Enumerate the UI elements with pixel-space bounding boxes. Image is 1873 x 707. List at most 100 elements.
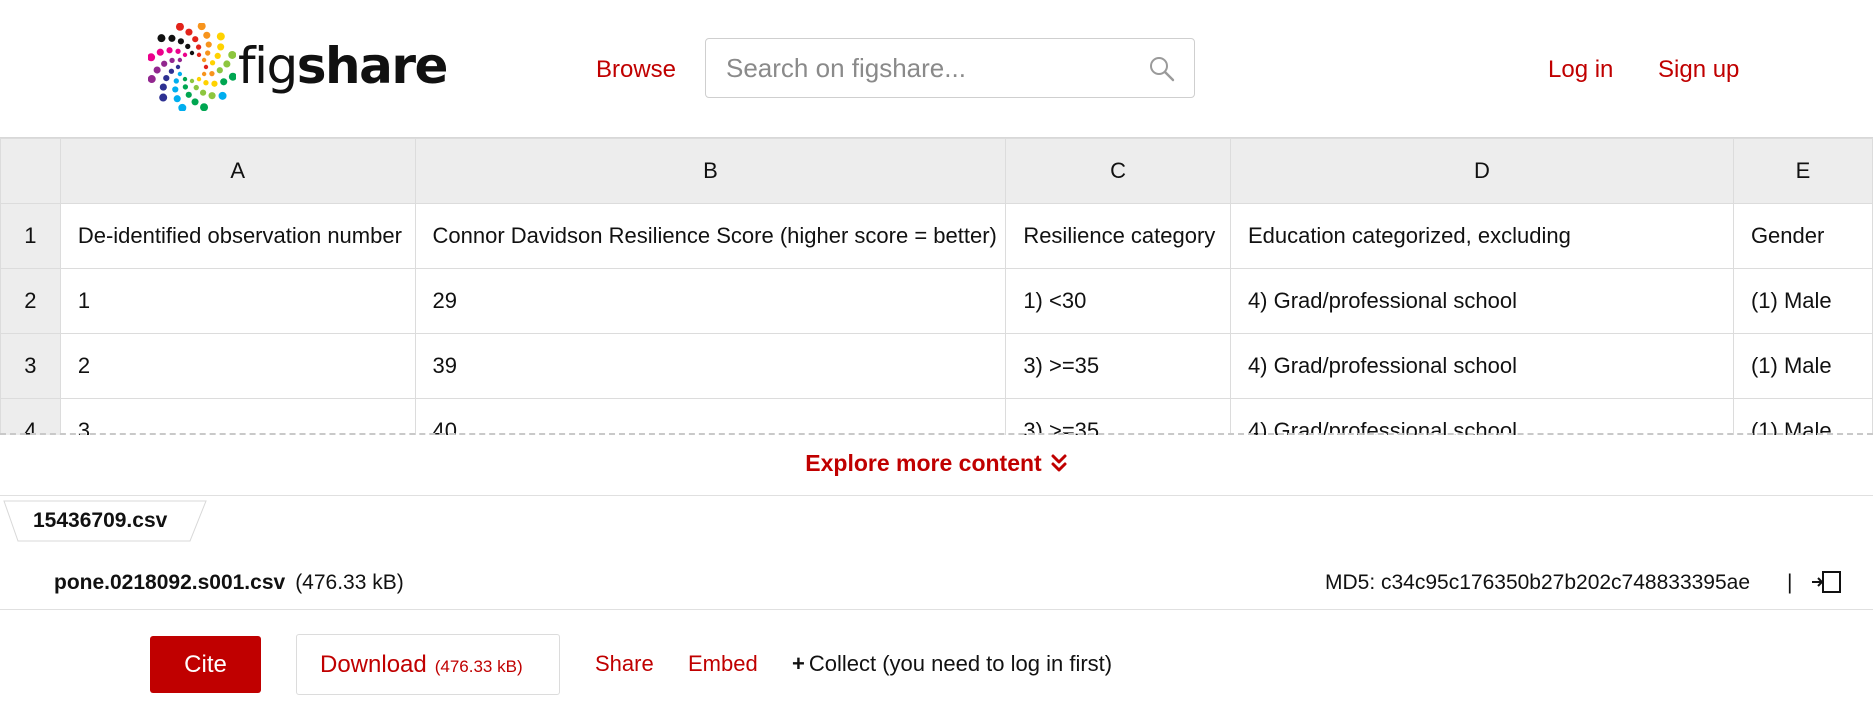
- logo-dot: [214, 52, 221, 60]
- embed-box-icon[interactable]: [1810, 569, 1842, 595]
- cite-button[interactable]: Cite: [150, 636, 261, 693]
- table-cell: De-identified observation number: [59, 203, 416, 269]
- logo-dot: [220, 78, 228, 86]
- table-cell: (1) Male: [1732, 268, 1873, 334]
- table-row: 4 3 40 3) >=35 4) Grad/professional scho…: [0, 398, 1873, 435]
- login-link[interactable]: Log in: [1548, 56, 1613, 84]
- logo-dot: [205, 41, 212, 48]
- table-cell: 1: [59, 268, 416, 334]
- logo-dot: [185, 91, 192, 98]
- table-cell: Education categorized, excluding: [1229, 203, 1734, 269]
- double-chevron-down-icon: [1051, 454, 1067, 472]
- collect-button[interactable]: + Collect (you need to log in first): [792, 651, 1112, 677]
- logo-dot: [177, 57, 183, 63]
- logo-dot: [177, 38, 185, 45]
- logo-dot: [182, 76, 188, 82]
- logo-dot: [173, 78, 179, 84]
- table-cell: 39: [414, 333, 1007, 399]
- table-cell: 3) >=35: [1005, 333, 1231, 399]
- embed-link[interactable]: Embed: [688, 651, 758, 677]
- explore-more-button[interactable]: Explore more content: [0, 450, 1873, 477]
- logo-dot: [156, 48, 164, 56]
- column-header: E: [1732, 138, 1873, 204]
- logo-dot: [201, 57, 207, 63]
- logo-dot: [209, 70, 215, 77]
- file-tab[interactable]: 15436709.csv: [0, 500, 210, 542]
- logo-dot: [197, 23, 206, 31]
- table-cell: Connor Davidson Resilience Score (higher…: [414, 203, 1007, 269]
- signup-link[interactable]: Sign up: [1658, 56, 1739, 84]
- file-size: (476.33 kB): [295, 571, 404, 594]
- download-button[interactable]: Download (476.33 kB): [296, 634, 560, 695]
- table-row: 2 1 29 1) <30 4) Grad/professional schoo…: [0, 268, 1873, 334]
- section-divider: [0, 495, 1873, 496]
- logo-dot: [173, 95, 181, 103]
- logo-dot: [211, 80, 218, 87]
- logo-dot: [182, 84, 189, 90]
- table-cell: (1) Male: [1732, 398, 1873, 435]
- logo-dot: [217, 43, 225, 51]
- site-header: figshare Browse Log in Sign up: [0, 0, 1873, 138]
- logo-dot: [178, 103, 187, 111]
- table-cell: 4) Grad/professional school: [1229, 333, 1734, 399]
- logo-wordmark: figshare: [238, 37, 448, 95]
- logo-dot: [218, 91, 227, 100]
- file-info: pone.0218092.s001.csv (476.33 kB): [54, 571, 404, 595]
- logo-dot: [203, 31, 211, 39]
- row-number: 1: [0, 203, 61, 269]
- logo-dot: [195, 44, 202, 50]
- row-number: 3: [0, 333, 61, 399]
- table-cell: Gender: [1732, 203, 1873, 269]
- search-box[interactable]: [705, 38, 1195, 98]
- table-cell: 3: [59, 398, 416, 435]
- logo-dot: [169, 57, 175, 64]
- logo-dot: [200, 103, 209, 111]
- logo-dot: [228, 50, 236, 59]
- table-cell: 29: [414, 268, 1007, 334]
- plus-icon: +: [792, 651, 805, 676]
- logo-dot: [168, 34, 176, 42]
- logo-dot: [203, 80, 209, 86]
- corner-cell: [0, 138, 61, 204]
- logo-dot: [196, 76, 202, 82]
- logo-dot: [177, 71, 183, 77]
- spreadsheet-table: A B C D E 1 De-identified observation nu…: [0, 138, 1873, 435]
- logo-dot: [185, 28, 193, 36]
- table-row: 3 2 39 3) >=35 4) Grad/professional scho…: [0, 333, 1873, 399]
- logo-dot: [189, 78, 195, 84]
- search-icon[interactable]: [1148, 55, 1176, 83]
- csv-preview-grid: A B C D E 1 De-identified observation nu…: [0, 138, 1873, 435]
- file-name: pone.0218092.s001.csv: [54, 571, 286, 594]
- logo-dot: [193, 84, 199, 91]
- browse-link[interactable]: Browse: [596, 56, 676, 84]
- logo-dot: [157, 34, 166, 43]
- share-link[interactable]: Share: [595, 651, 654, 677]
- logo-dot: [203, 64, 209, 70]
- table-cell: (1) Male: [1732, 333, 1873, 399]
- search-input[interactable]: [706, 39, 1136, 97]
- column-header: C: [1005, 138, 1231, 204]
- logo-dot: [199, 89, 207, 96]
- logo-dot: [166, 47, 173, 54]
- table-cell: 2: [59, 333, 416, 399]
- logo-dot: [223, 60, 231, 68]
- table-cell: 4) Grad/professional school: [1229, 268, 1734, 334]
- logo-dot: [172, 86, 179, 93]
- collect-label: Collect (you need to log in first): [808, 651, 1113, 676]
- logo-dot: [148, 53, 156, 62]
- logo-dot: [192, 36, 199, 43]
- figshare-logo[interactable]: figshare: [148, 23, 448, 111]
- download-size: (476.33 kB): [434, 656, 523, 676]
- table-cell: 1) <30: [1005, 268, 1231, 334]
- column-header: D: [1229, 138, 1734, 204]
- section-divider: [0, 609, 1873, 610]
- md5-checksum: MD5: c34c95c176350b27b202c748833395ae: [1325, 571, 1751, 594]
- logo-dot: [168, 68, 175, 74]
- row-number: 2: [0, 268, 61, 334]
- column-header-row: A B C D E: [0, 138, 1873, 204]
- logo-dot: [148, 75, 156, 84]
- separator: |: [1787, 571, 1793, 594]
- logo-dot: [185, 43, 191, 50]
- logo-dot: [153, 66, 161, 74]
- logo-dot: [208, 92, 216, 100]
